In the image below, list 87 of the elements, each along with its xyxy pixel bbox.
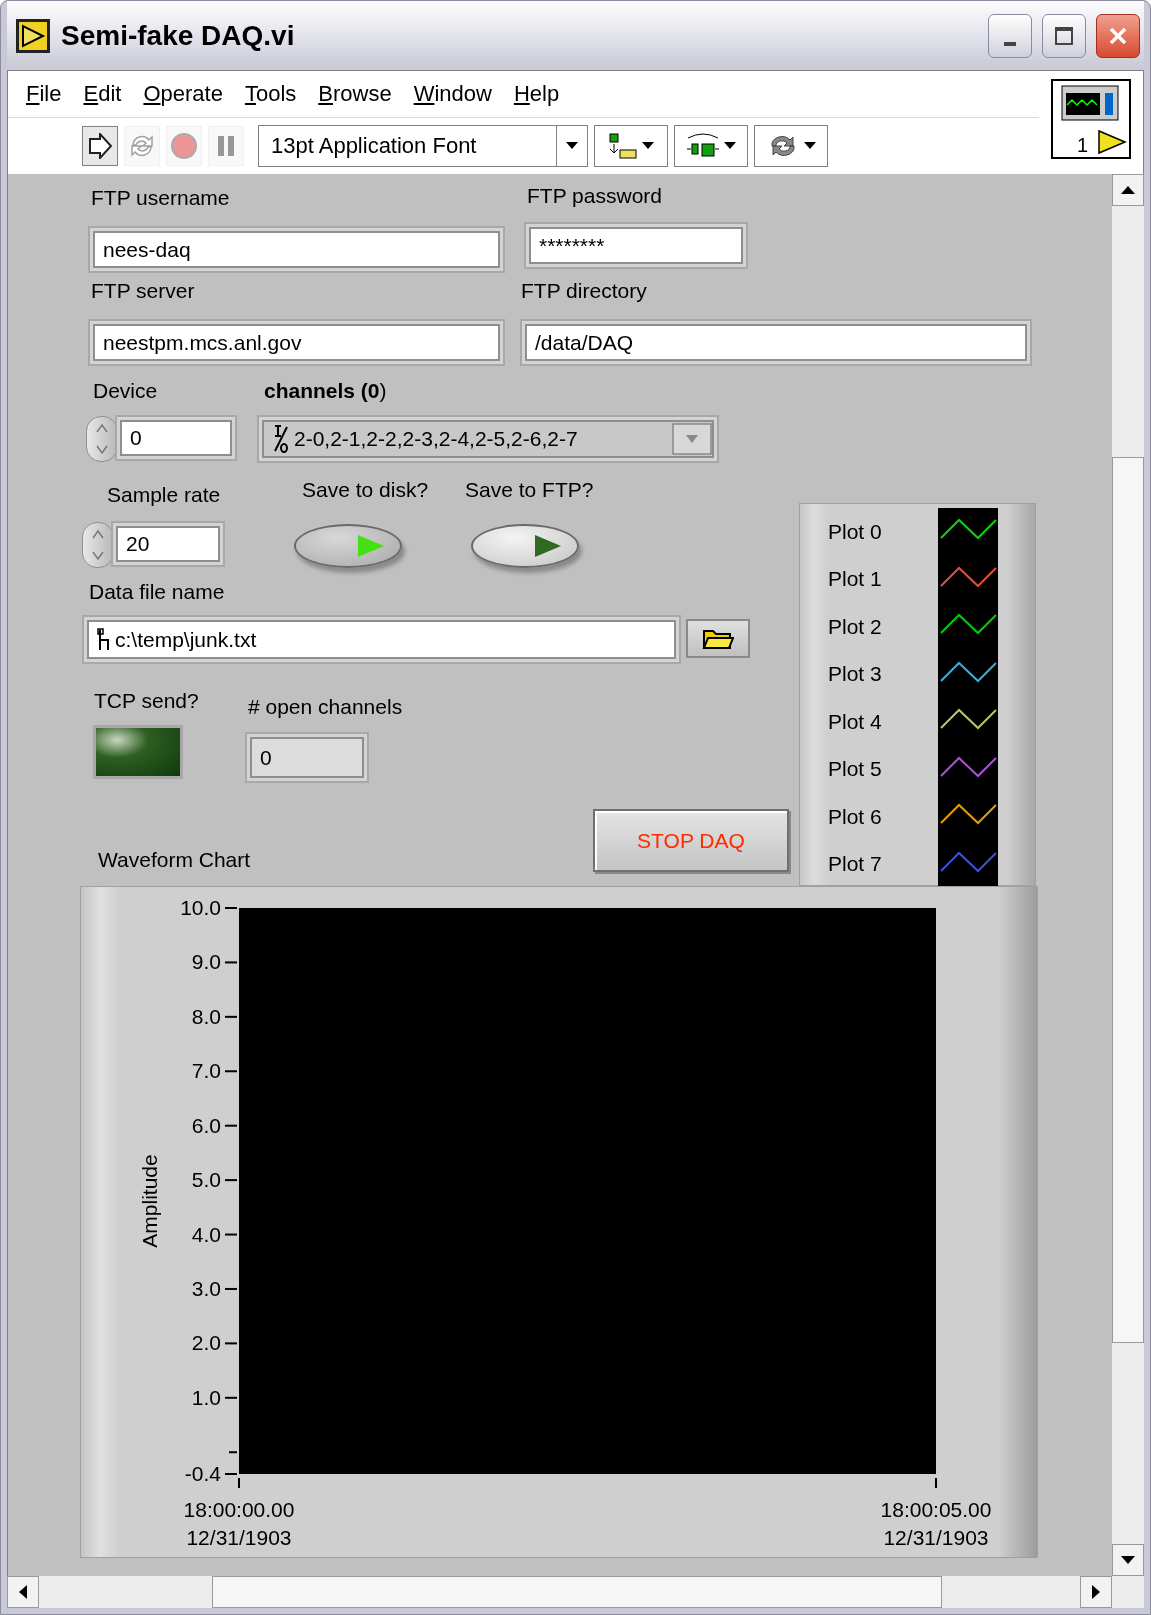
- stop-circle-icon: [170, 132, 198, 160]
- font-dropdown[interactable]: 13pt Application Font: [258, 125, 588, 167]
- x-tick-label: 18:00:05.00 12/31/1903: [880, 1498, 992, 1549]
- maximize-button[interactable]: [1042, 13, 1086, 58]
- field-label: Sample rate: [107, 483, 221, 507]
- toolbar-dropdown-button[interactable]: [594, 125, 668, 167]
- y-tick-label: 8.0: [191, 1004, 221, 1028]
- folder-icon: [702, 627, 734, 650]
- vi-arrow-icon: [1097, 129, 1127, 155]
- y-axis-label: Amplitude: [138, 1154, 161, 1248]
- field-label: # open channels: [248, 695, 403, 719]
- field-label: channels (0): [264, 379, 387, 403]
- y-tick-label: 10.0: [180, 896, 221, 919]
- menu-item[interactable]: Edit: [83, 81, 122, 107]
- y-tick-label: 9.0: [191, 950, 221, 974]
- run-arrow-icon: [87, 133, 113, 159]
- scroll-left-button[interactable]: [7, 1576, 39, 1608]
- y-tick-label: 2.0: [191, 1331, 221, 1355]
- y-tick-label: 1.0: [191, 1385, 221, 1409]
- legend-label: Plot 4: [828, 709, 883, 734]
- field-label: FTP server: [91, 279, 195, 303]
- close-button[interactable]: [1096, 13, 1140, 58]
- scroll-thumb[interactable]: [1112, 457, 1144, 1344]
- scroll-up-button[interactable]: [1112, 174, 1144, 206]
- legend-label: Plot 2: [828, 614, 883, 639]
- menu-item[interactable]: Tools: [244, 81, 297, 107]
- y-tick-label: -0.4: [184, 1462, 221, 1485]
- spin-buttons[interactable]: [86, 416, 118, 462]
- legend-label: Plot 5: [828, 757, 883, 782]
- scroll-thumb[interactable]: [211, 1576, 942, 1608]
- toggle-switch[interactable]: [294, 524, 402, 568]
- menu-item[interactable]: Help: [513, 81, 560, 107]
- connector-label: 1: [1076, 134, 1089, 157]
- minimize-button[interactable]: [988, 13, 1032, 58]
- down-arrow-icon: [1121, 1556, 1135, 1564]
- field-label: FTP username: [91, 186, 230, 210]
- legend-label: Plot 6: [828, 804, 883, 829]
- minimize-icon: [1004, 41, 1016, 46]
- chart-title: Waveform Chart: [98, 848, 251, 872]
- toolbar-dropdown-button[interactable]: [674, 125, 748, 167]
- spin-buttons[interactable]: [82, 522, 114, 568]
- legend-label: Plot 7: [828, 852, 883, 877]
- menu-item[interactable]: Window: [413, 81, 492, 107]
- menu-item[interactable]: File: [26, 81, 62, 107]
- y-tick-label: 5.0: [191, 1168, 221, 1192]
- io-channel-icon: [272, 423, 290, 455]
- field-label: TCP send?: [94, 689, 199, 713]
- y-tick-label: 3.0: [191, 1276, 221, 1300]
- maximize-icon: [1054, 25, 1074, 46]
- field-label: FTP password: [527, 184, 662, 208]
- field-label: Data file name: [89, 580, 225, 604]
- waveform-monitor-icon: [1061, 85, 1119, 121]
- caret-icon: [642, 142, 654, 150]
- up-arrow-icon: [1121, 186, 1135, 194]
- y-tick-label: 6.0: [191, 1113, 221, 1137]
- left-arrow-icon: [19, 1585, 27, 1599]
- field-label: FTP directory: [521, 279, 647, 303]
- y-tick-label: 7.0: [191, 1059, 221, 1083]
- triangle-icon: [356, 533, 386, 559]
- legend-label: Plot 1: [828, 567, 883, 592]
- distribute-objects-icon: [686, 132, 720, 160]
- toolbar-button[interactable]: [82, 126, 118, 166]
- scroll-right-button[interactable]: [1080, 1576, 1112, 1608]
- caret-icon: [566, 142, 578, 150]
- x-tick-label: 18:00:00.00 12/31/1903: [183, 1498, 295, 1549]
- path-icon: [97, 627, 111, 652]
- y-tick-label: 4.0: [191, 1222, 221, 1246]
- field-label: Save to FTP?: [465, 478, 594, 502]
- pause-icon: [215, 134, 237, 158]
- scroll-down-button[interactable]: [1112, 1544, 1144, 1576]
- browse-button[interactable]: [686, 619, 750, 658]
- field-label: Save to disk?: [302, 478, 429, 502]
- toolbar-dropdown-button[interactable]: [754, 125, 828, 167]
- right-arrow-icon: [1092, 1585, 1100, 1599]
- toggle-switch[interactable]: [471, 524, 579, 568]
- legend-label: Plot 0: [828, 519, 883, 544]
- align-objects-icon: [608, 132, 638, 160]
- triangle-icon: [533, 533, 563, 559]
- window-title: Semi-fake DAQ.vi: [61, 19, 296, 52]
- field-label: Device: [93, 379, 158, 403]
- cycle-arrows-icon: [129, 133, 155, 159]
- caret-icon: [804, 142, 816, 150]
- caret-icon: [724, 142, 736, 150]
- menu-item[interactable]: Operate: [143, 81, 223, 107]
- vi-icon: [15, 17, 51, 54]
- legend-label: Plot 3: [828, 662, 883, 687]
- menu-item[interactable]: Browse: [318, 81, 392, 107]
